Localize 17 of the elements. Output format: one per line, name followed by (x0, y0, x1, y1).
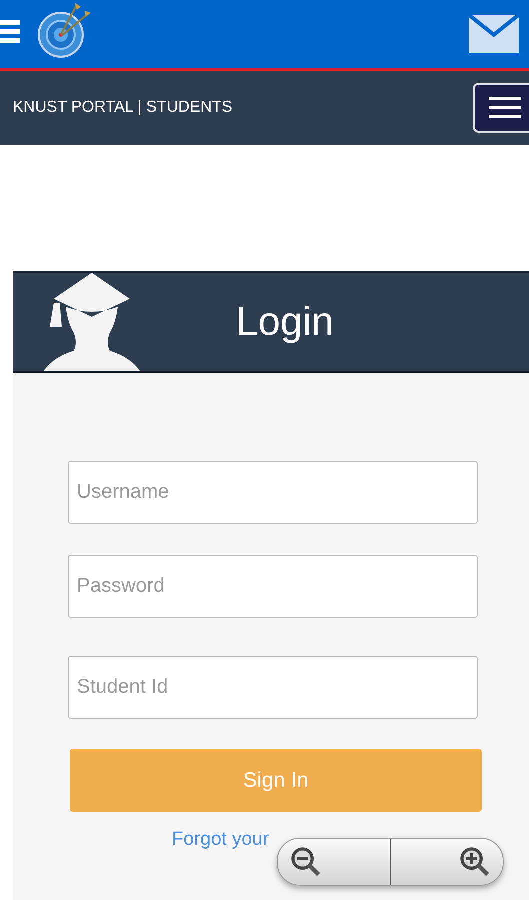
zoom-in-icon (459, 846, 491, 878)
sign-in-button[interactable]: Sign In (70, 749, 482, 812)
menu-icon (489, 97, 521, 119)
login-title: Login (236, 300, 334, 344)
graduate-silhouette-icon (44, 273, 140, 371)
zoom-out-button[interactable] (278, 839, 390, 885)
zoom-out-icon (290, 846, 322, 878)
input-field[interactable]: Student Id (68, 656, 478, 719)
menu-toggle-button[interactable] (473, 83, 529, 133)
mail-icon[interactable] (469, 15, 519, 53)
menu-icon[interactable] (0, 18, 20, 46)
target-logo-icon[interactable] (37, 1, 93, 59)
portal-title: KNUST PORTAL | STUDENTS (13, 99, 233, 117)
zoom-in-button[interactable] (390, 839, 503, 885)
input-field[interactable]: Password (68, 555, 478, 618)
input-field[interactable]: Username (68, 461, 478, 524)
forgot-password-link[interactable]: Forgot your (172, 829, 270, 850)
